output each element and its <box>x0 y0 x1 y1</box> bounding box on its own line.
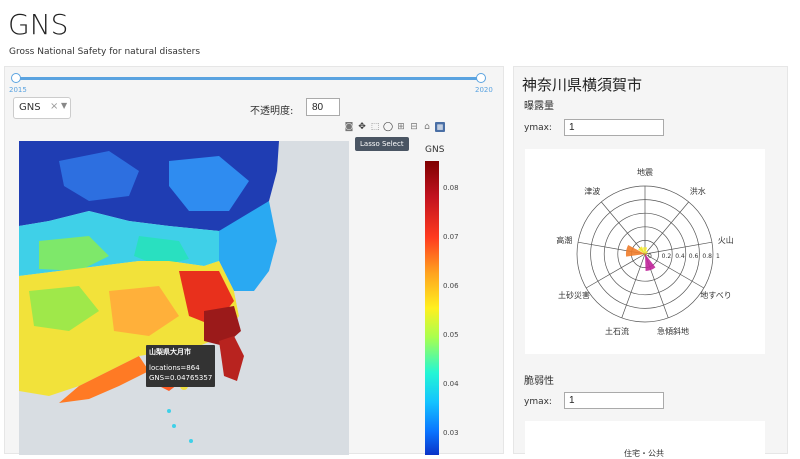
opacity-input[interactable] <box>306 98 340 116</box>
zoom-out-icon[interactable]: ⊟ <box>409 122 419 132</box>
year-slider-max-label: 2020 <box>475 86 493 94</box>
city-title: 神奈川県横須賀市 <box>522 76 643 94</box>
left-panel: 2015 2020 GNS × ▼ 不透明度: ◙ ✥ ⬚ ◯ ⊞ ⊟ ⌂ ▦ … <box>4 66 504 455</box>
map-island-4 <box>189 439 193 443</box>
app-subtitle: Gross National Safety for natural disast… <box>9 47 201 57</box>
ymax-input-1[interactable] <box>564 119 664 136</box>
lasso-icon[interactable]: ◯ <box>383 122 393 132</box>
right-panel: 神奈川県横須賀市 曝露量 ymax: 地震洪水火山地すべり急傾斜地 土石流 土砂災害… <box>513 66 788 458</box>
colorbar-tick-5: 0.03 <box>443 429 459 437</box>
radar-axis-label-3: 地すべり <box>700 290 731 300</box>
layer-select[interactable]: GNS × ▼ <box>13 97 71 119</box>
lasso-tooltip: Lasso Select <box>355 137 409 151</box>
year-slider-min-label: 2015 <box>9 86 27 94</box>
ymax-label-1: ymax: <box>524 123 552 133</box>
radar-tick-0: 0 <box>648 253 652 260</box>
radar-axis-label-4: 急傾斜地 <box>657 326 689 336</box>
ymax-input-2[interactable] <box>564 392 664 409</box>
colorbar <box>425 161 439 455</box>
plot-modebar: ◙ ✥ ⬚ ◯ ⊞ ⊟ ⌂ ▦ <box>344 122 445 134</box>
radar-axis-label-0: 地震 <box>637 167 653 177</box>
hover-place: 山梨県大月市 <box>149 348 191 356</box>
pan-icon[interactable]: ✥ <box>357 122 367 132</box>
map-island-2 <box>167 409 171 413</box>
radar-axis-label-5: 土石流 <box>605 326 629 336</box>
vulnerability-label: 脆弱性 <box>524 376 554 387</box>
map-regions[interactable] <box>19 141 349 455</box>
radar-tick-2: 0.4 <box>675 253 685 260</box>
radar-axis-label-7: 高潮 <box>556 235 572 245</box>
colorbar-tick-0: 0.08 <box>443 184 459 192</box>
radar-axis-label-8: 津波 <box>584 186 600 196</box>
exposure-label: 曝露量 <box>524 101 554 112</box>
radar-axis-label-6: 土砂災害 <box>558 290 590 300</box>
hover-locations: locations=864 <box>149 364 200 372</box>
radar-spoke-6 <box>585 253 646 289</box>
hover-gns: GNS=0.04765357 <box>149 374 213 382</box>
radar-card: 地震洪水火山地すべり急傾斜地 土石流 土砂災害 高潮 津波 0 0.2 0.4 0.6 0.8 1 <box>525 149 765 354</box>
radar-tick-1: 0.2 <box>662 253 672 260</box>
hover-label: 山梨県大月市 locations=864 GNS=0.04765357 <box>146 345 215 387</box>
colorbar-tick-1: 0.07 <box>443 233 459 241</box>
clear-icon[interactable]: × <box>50 101 58 112</box>
radar-axis-label-2: 火山 <box>718 235 734 245</box>
year-slider-track[interactable] <box>15 77 485 80</box>
colorbar-title: GNS <box>425 145 445 155</box>
radar-chart: 地震洪水火山地すべり急傾斜地 土石流 土砂災害 高潮 津波 0 0.2 0.4 0.6 0.8 1 <box>556 167 734 336</box>
opacity-label: 不透明度: <box>250 106 294 117</box>
map-island-3 <box>172 424 176 428</box>
home-icon[interactable]: ⌂ <box>422 122 432 132</box>
camera-icon[interactable]: ◙ <box>344 122 354 132</box>
zoom-in-icon[interactable]: ⊞ <box>396 122 406 132</box>
app-title: GNS <box>8 8 69 41</box>
colorbar-tick-3: 0.05 <box>443 331 459 339</box>
radar-tick-4: 0.8 <box>702 253 712 260</box>
plotly-logo-icon[interactable]: ▦ <box>435 122 445 132</box>
colorbar-tick-4: 0.04 <box>443 380 459 388</box>
caret-down-icon[interactable]: ▼ <box>61 101 67 110</box>
radar-tick-5: 1 <box>716 253 720 260</box>
year-slider-handle-start[interactable] <box>11 73 21 83</box>
radar-tick-3: 0.6 <box>689 253 699 260</box>
year-slider-handle-end[interactable] <box>476 73 486 83</box>
ymax-label-2: ymax: <box>524 397 552 407</box>
layer-select-value: GNS <box>19 102 41 113</box>
choropleth-map[interactable] <box>19 141 349 455</box>
radar-axis-label-1: 洪水 <box>690 186 706 196</box>
box-select-icon[interactable]: ⬚ <box>370 122 380 132</box>
colorbar-tick-2: 0.06 <box>443 282 459 290</box>
